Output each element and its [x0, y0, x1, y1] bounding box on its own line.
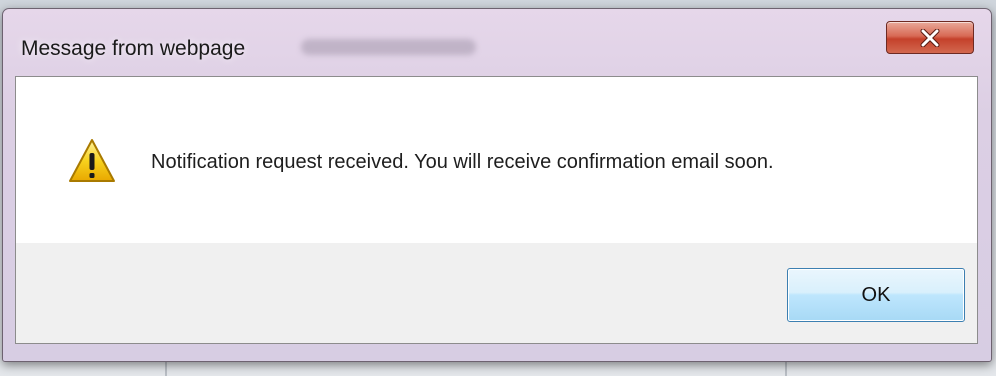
- title-bar[interactable]: Message from webpage: [3, 9, 991, 73]
- dialog-content: Notification request received. You will …: [15, 76, 978, 344]
- close-button[interactable]: [886, 21, 974, 54]
- close-x-icon: [920, 28, 940, 47]
- window-title: Message from webpage: [21, 37, 246, 60]
- ok-button[interactable]: OK: [787, 268, 965, 322]
- redacted-title-suffix: [301, 39, 476, 55]
- message-text: Notification request received. You will …: [151, 151, 774, 173]
- warning-triangle-icon: [69, 139, 115, 182]
- message-dialog: Message from webpage Notification reques…: [2, 8, 992, 362]
- message-area: Notification request received. You will …: [16, 77, 977, 243]
